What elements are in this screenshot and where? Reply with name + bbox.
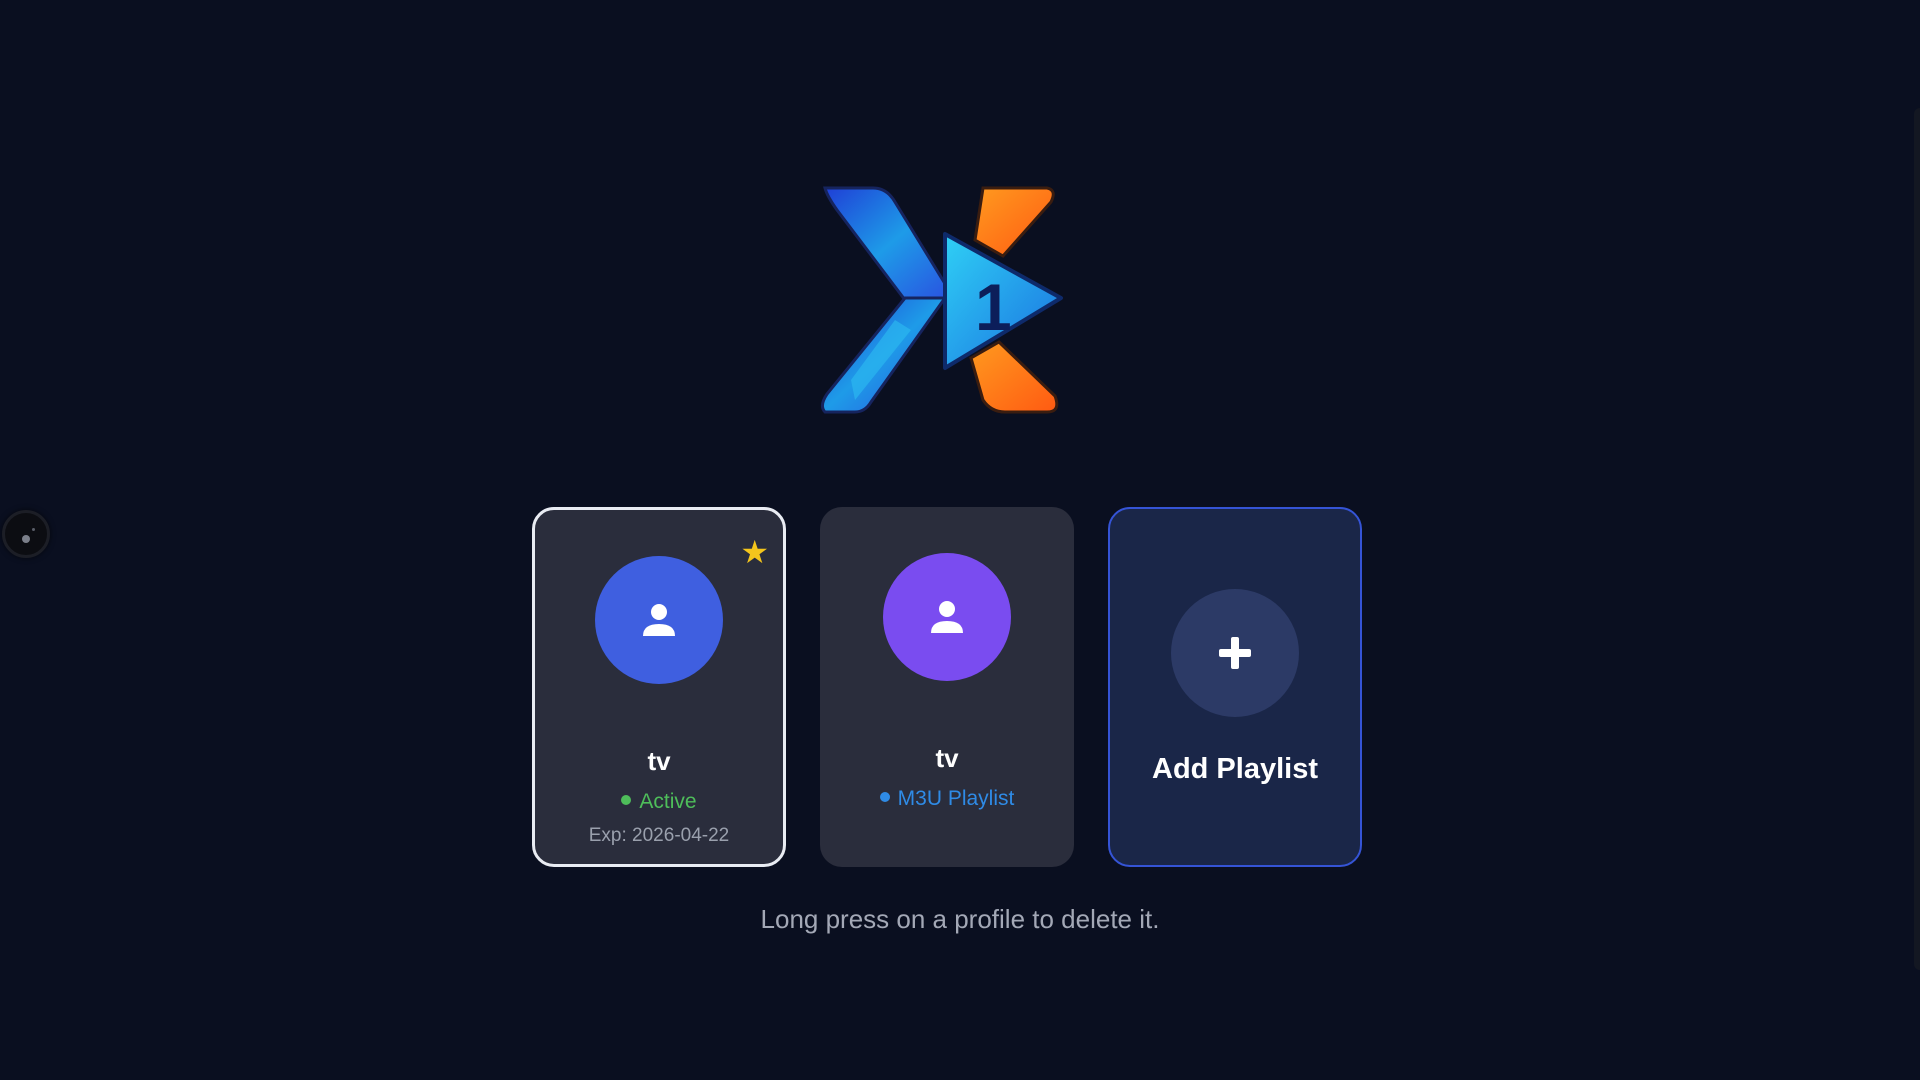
x1-play-logo-icon: 1 xyxy=(820,186,1063,414)
profile-status-label: Active xyxy=(639,790,697,813)
profile-name: tv xyxy=(935,743,959,773)
star-icon: ★ xyxy=(740,534,769,570)
profile-expiry: Exp: 2026-04-22 xyxy=(588,825,730,846)
status-dot-icon xyxy=(621,795,632,806)
person-icon xyxy=(931,601,963,633)
floating-side-button[interactable] xyxy=(2,510,50,558)
side-button-dot-small xyxy=(32,528,35,531)
profile-name: tv xyxy=(647,746,671,776)
profile-card-tv-active[interactable]: ★ tv Active Exp: 2026-04-22 xyxy=(532,507,786,867)
profile-status: Active xyxy=(535,790,783,814)
side-button-dot xyxy=(22,535,30,543)
add-playlist-label: Add Playlist xyxy=(1152,753,1318,785)
logo-number: 1 xyxy=(975,270,1012,344)
profile-avatar xyxy=(883,553,1011,681)
right-edge-panel xyxy=(1914,108,1920,970)
add-playlist-button[interactable]: Add Playlist xyxy=(1108,507,1362,867)
person-icon xyxy=(643,604,675,636)
plus-icon xyxy=(1219,637,1251,669)
profile-card-tv-m3u[interactable]: tv M3U Playlist xyxy=(820,507,1074,867)
status-dot-icon xyxy=(879,792,890,803)
profile-status-label: M3U Playlist xyxy=(897,787,1015,810)
profile-avatar xyxy=(595,556,723,684)
profile-status: M3U Playlist xyxy=(820,787,1074,811)
profile-selection-screen: 1 ★ tv Active Exp: 2026-04-22 tv M3U Pla… xyxy=(0,0,1920,1080)
delete-hint-text: Long press on a profile to delete it. xyxy=(760,904,1160,934)
add-playlist-circle xyxy=(1171,589,1299,717)
